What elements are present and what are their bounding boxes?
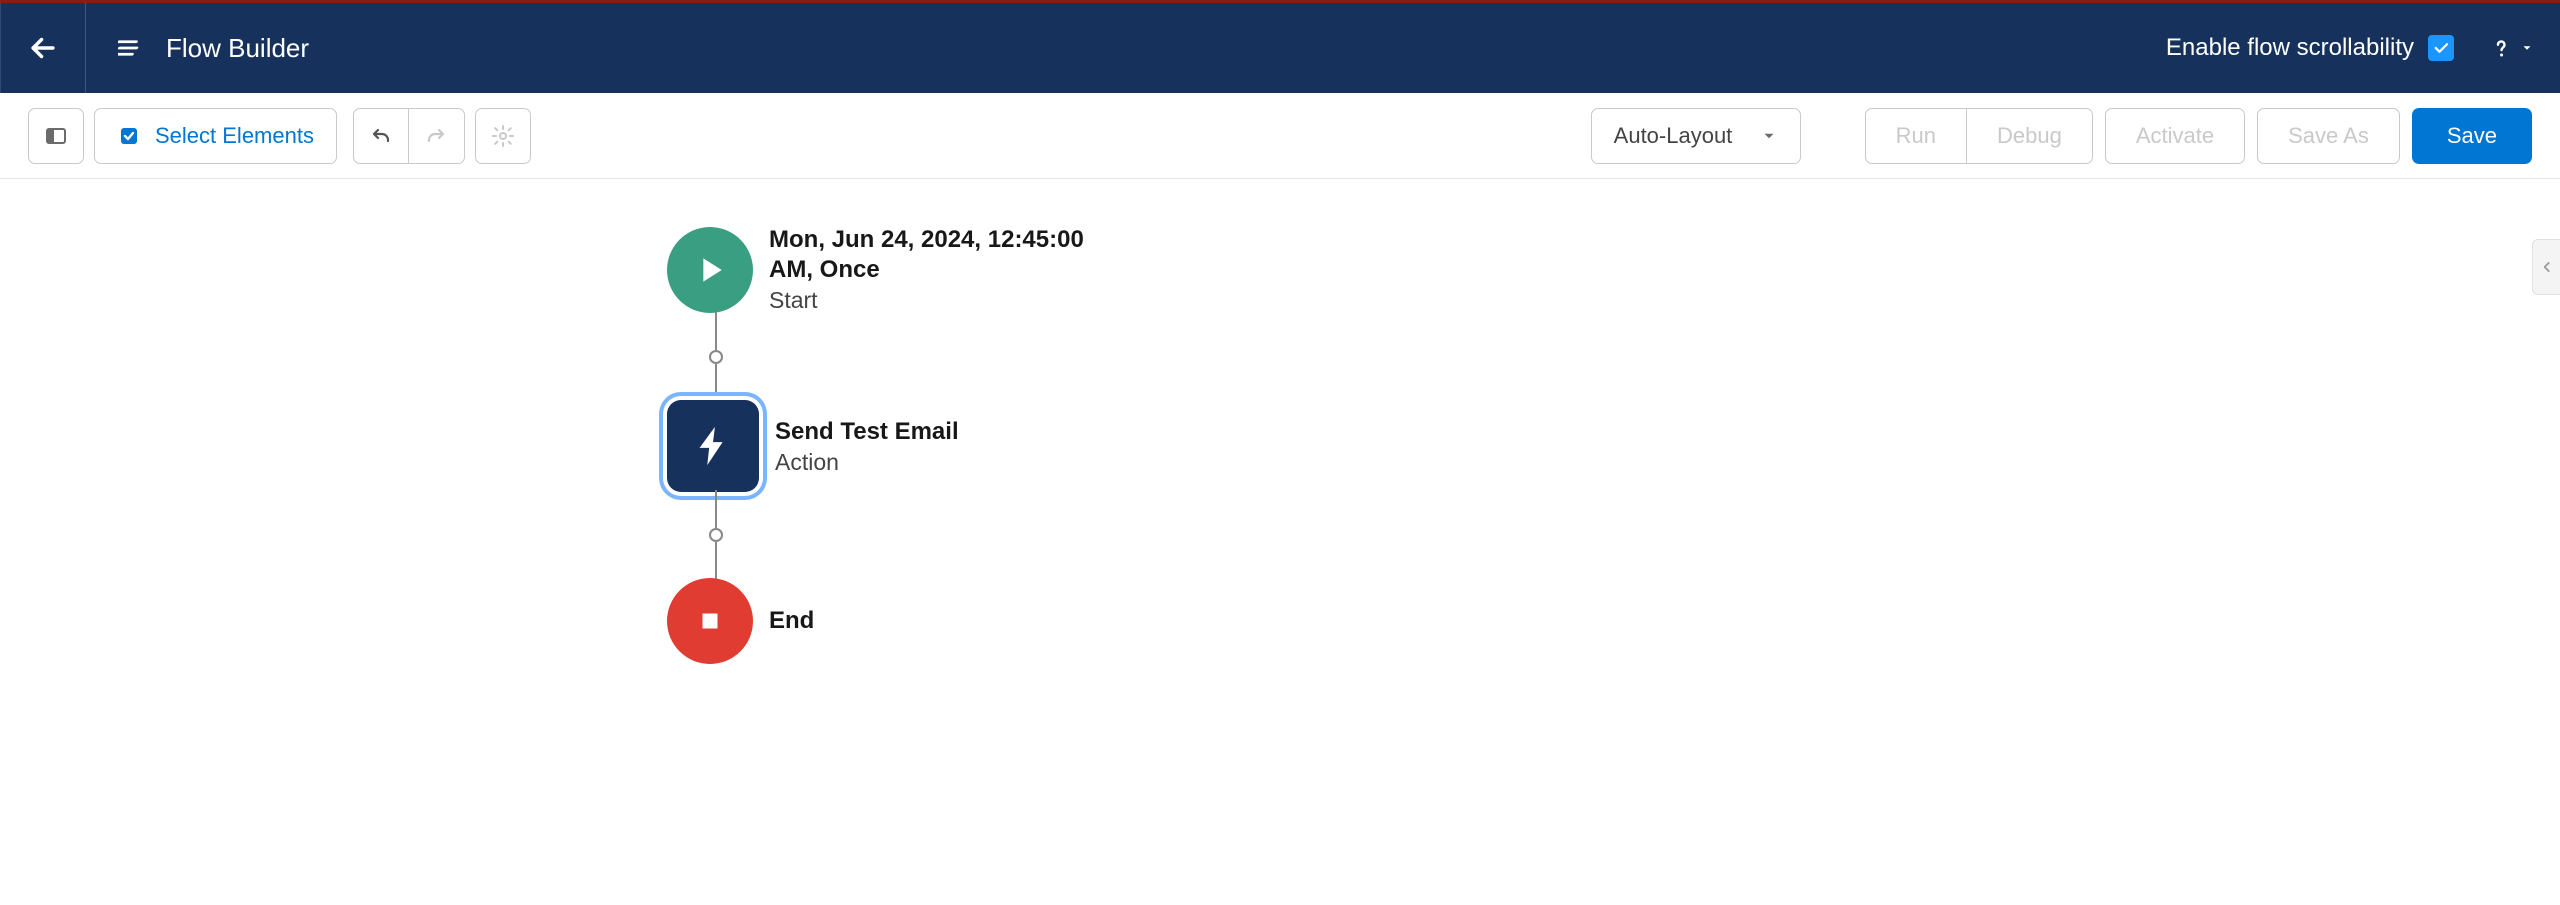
action-node[interactable]: Send Test Email Action [667, 400, 959, 492]
start-node[interactable]: Mon, Jun 24, 2024, 12:45:00 AM, Once Sta… [667, 225, 1129, 314]
stop-icon [695, 606, 725, 636]
gear-icon [491, 124, 515, 148]
end-node[interactable]: End [667, 578, 814, 664]
chevron-down-icon [1760, 127, 1778, 145]
lightning-icon [690, 423, 736, 469]
run-button[interactable]: Run [1865, 108, 1967, 164]
back-button[interactable] [1, 3, 86, 93]
chevron-left-icon [2540, 257, 2554, 277]
debug-button[interactable]: Debug [1967, 108, 2093, 164]
arrow-left-icon [26, 31, 60, 65]
check-icon [2432, 39, 2450, 57]
redo-icon [424, 124, 448, 148]
add-element-connector[interactable] [709, 490, 723, 580]
flow-canvas[interactable]: Mon, Jun 24, 2024, 12:45:00 AM, Once Sta… [0, 179, 2560, 905]
app-header: Flow Builder Enable flow scrollability [0, 3, 2560, 93]
select-elements-button[interactable]: Select Elements [94, 108, 337, 164]
start-node-title: Mon, Jun 24, 2024, 12:45:00 AM, Once [769, 225, 1129, 285]
scrollability-checkbox[interactable] [2428, 35, 2454, 61]
undo-icon [369, 124, 393, 148]
multiselect-icon [117, 124, 141, 148]
layout-mode-label: Auto-Layout [1614, 123, 1733, 149]
settings-button[interactable] [475, 108, 531, 164]
action-node-subtitle: Action [775, 449, 959, 476]
start-node-subtitle: Start [769, 287, 1129, 314]
scrollability-label: Enable flow scrollability [2166, 34, 2414, 62]
play-icon [690, 250, 730, 290]
end-node-title: End [769, 606, 814, 636]
activate-button[interactable]: Activate [2105, 108, 2245, 164]
undo-button[interactable] [353, 108, 409, 164]
right-panel-toggle[interactable] [2532, 239, 2560, 295]
help-icon [2488, 35, 2514, 61]
page-title: Flow Builder [166, 33, 309, 64]
toolbar: Select Elements Auto-Layout [0, 93, 2560, 179]
save-button[interactable]: Save [2412, 108, 2532, 164]
toggle-panel-button[interactable] [28, 108, 84, 164]
action-node-title: Send Test Email [775, 417, 959, 447]
layout-mode-select[interactable]: Auto-Layout [1591, 108, 1801, 164]
caret-down-icon [2520, 41, 2534, 55]
add-element-connector[interactable] [709, 312, 723, 402]
save-as-button[interactable]: Save As [2257, 108, 2400, 164]
flow-icon [118, 33, 148, 63]
redo-button[interactable] [409, 108, 465, 164]
help-menu[interactable] [2468, 35, 2534, 61]
panel-left-icon [44, 124, 68, 148]
select-elements-label: Select Elements [155, 123, 314, 149]
